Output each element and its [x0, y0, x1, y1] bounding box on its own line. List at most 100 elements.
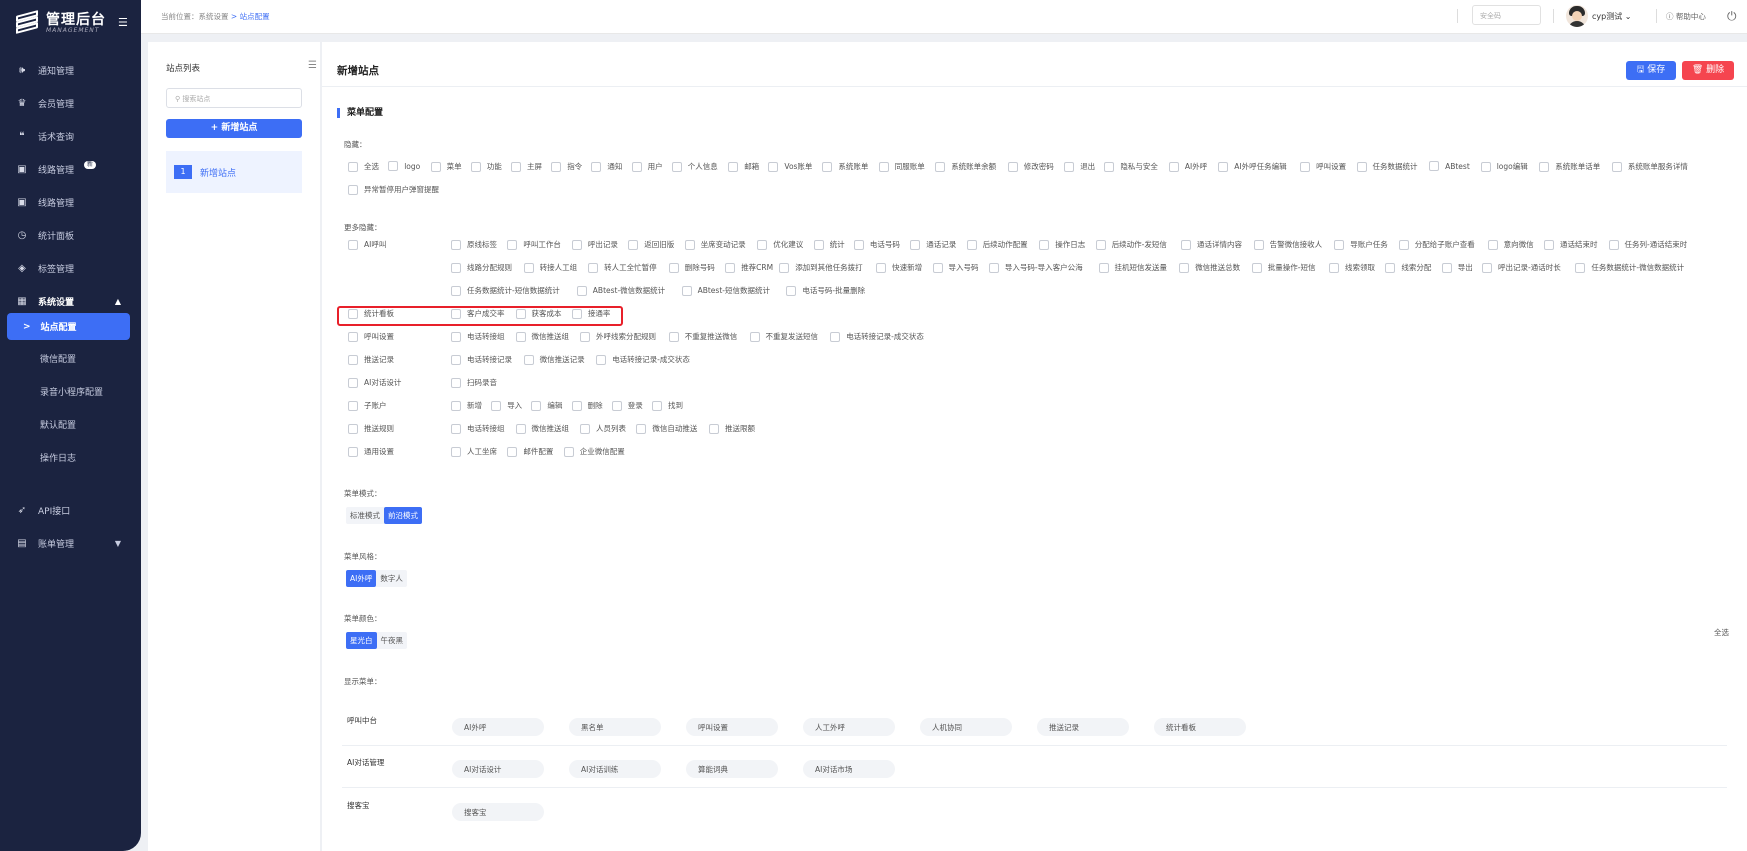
checkbox-box[interactable] — [388, 161, 399, 171]
checkbox-box[interactable] — [876, 262, 887, 273]
checkbox-box[interactable] — [1300, 161, 1311, 172]
checkbox-option[interactable]: 企业微信配置 — [563, 446, 625, 457]
checkbox-option[interactable]: 不重复推送微信 — [668, 331, 737, 342]
checkbox-box[interactable] — [768, 161, 779, 172]
checkbox-box[interactable] — [576, 285, 587, 296]
checkbox-box[interactable] — [725, 262, 736, 273]
checkbox-box[interactable] — [348, 331, 358, 342]
checkbox-option[interactable]: 统计看板 — [348, 308, 394, 319]
checkbox-option[interactable]: 主屏 — [511, 161, 542, 172]
checkbox-box[interactable] — [507, 446, 518, 457]
checkbox-box[interactable] — [507, 239, 518, 250]
checkbox-box[interactable] — [709, 423, 719, 434]
checkbox-option[interactable]: 系统账单话单 — [1539, 161, 1600, 172]
checkbox-option[interactable]: 退出 — [1064, 161, 1095, 172]
sidebar-item[interactable]: ▤ 账单管理 ▼ — [0, 529, 141, 557]
checkbox-box[interactable] — [966, 239, 977, 250]
checkbox-option[interactable]: 电话号码-批量删除 — [786, 285, 865, 296]
checkbox-option[interactable]: logo — [388, 161, 420, 171]
checkbox-option[interactable]: 通话详情内容 — [1181, 239, 1242, 250]
checkbox-option[interactable]: 统计 — [813, 239, 845, 250]
checkbox-option[interactable]: 微信推送总数 — [1179, 262, 1240, 273]
checkbox-box[interactable] — [1181, 239, 1191, 250]
checkbox-option[interactable]: 导入号码-导入客户公海 — [988, 262, 1083, 273]
checkbox-box[interactable] — [580, 331, 590, 342]
checkbox-option[interactable]: 人工坐席 — [451, 446, 497, 457]
checkbox-box[interactable] — [1398, 239, 1409, 250]
checkbox-option[interactable]: 微信推送组 — [515, 331, 569, 342]
site-search-input[interactable]: ⚲ 搜索站点 — [166, 88, 302, 108]
checkbox-option[interactable]: 电话转接记录-成交状态 — [830, 331, 924, 342]
checkbox-option[interactable]: 呼出记录 — [571, 239, 618, 250]
checkbox-option[interactable]: 呼叫工作台 — [507, 239, 561, 250]
checkbox-box[interactable] — [1179, 262, 1190, 273]
checkbox-option[interactable]: 分配给子账户查看 — [1398, 239, 1475, 250]
checkbox-option[interactable]: 电话转接组 — [451, 331, 505, 342]
checkbox-box[interactable] — [523, 262, 534, 273]
checkbox-box[interactable] — [1544, 239, 1554, 250]
checkbox-option[interactable]: ABtest — [1429, 161, 1470, 171]
checkbox-box[interactable] — [571, 400, 582, 411]
select-all-link[interactable]: 全选 — [1714, 627, 1729, 638]
checkbox-option[interactable]: 新增 — [451, 400, 482, 411]
checkbox-box[interactable] — [813, 239, 824, 250]
checkbox-box[interactable] — [451, 262, 461, 273]
checkbox-box[interactable] — [631, 161, 642, 172]
checkbox-option[interactable]: 不重复发送短信 — [749, 331, 818, 342]
checkbox-option[interactable]: 呼叫设置 — [1300, 161, 1346, 172]
checkbox-box[interactable] — [571, 308, 582, 319]
checkbox-box[interactable] — [451, 285, 461, 296]
checkbox-box[interactable] — [988, 262, 999, 273]
checkbox-box[interactable] — [1334, 239, 1345, 250]
checkbox-option[interactable]: 系统账单余额 — [935, 161, 996, 172]
checkbox-box[interactable] — [1539, 161, 1550, 172]
checkbox-option[interactable]: AI外呼任务编辑 — [1218, 161, 1287, 172]
checkbox-box[interactable] — [451, 354, 461, 365]
sidebar-item[interactable]: ♛ 会员管理 — [0, 89, 141, 117]
checkbox-option[interactable]: 用户 — [631, 161, 663, 172]
checkbox-box[interactable] — [580, 423, 590, 434]
site-list-item[interactable]: 1 新增站点 — [166, 151, 302, 193]
checkbox-box[interactable] — [1575, 262, 1586, 273]
checkbox-box[interactable] — [853, 239, 864, 250]
checkbox-box[interactable] — [451, 308, 461, 319]
checkbox-option[interactable]: 电话转接记录-成交状态 — [596, 354, 690, 365]
checkbox-box[interactable] — [684, 239, 695, 250]
checkbox-option[interactable]: 任务数据统计-短信数据统计 — [451, 285, 560, 296]
checkbox-box[interactable] — [668, 262, 679, 273]
sidebar-subitem[interactable]: > 站点配置 — [7, 313, 130, 340]
checkbox-box[interactable] — [596, 354, 607, 365]
checkbox-option[interactable]: 电话转接组 — [451, 423, 505, 434]
menu-item-pill[interactable]: 统计看板 — [1154, 718, 1246, 736]
checkbox-box[interactable] — [1064, 161, 1075, 172]
checkbox-option[interactable]: 告警微信接收人 — [1253, 239, 1322, 250]
checkbox-option[interactable]: 推送限额 — [709, 423, 755, 434]
checkbox-box[interactable] — [636, 423, 647, 434]
checkbox-box[interactable] — [1385, 262, 1396, 273]
checkbox-option[interactable]: 微信自动推送 — [636, 423, 697, 434]
checkbox-box[interactable] — [668, 331, 679, 342]
checkbox-box[interactable] — [1095, 239, 1106, 250]
checkbox-box[interactable] — [728, 161, 739, 172]
breadcrumb-system-settings[interactable]: 系统设置 — [199, 12, 229, 21]
checkbox-option[interactable]: 电话号码 — [853, 239, 900, 250]
checkbox-option[interactable]: 导出 — [1441, 262, 1473, 273]
checkbox-option[interactable]: 获客成本 — [515, 308, 562, 319]
checkbox-box[interactable] — [1487, 239, 1498, 250]
checkbox-option[interactable]: 推荐CRM — [725, 262, 773, 273]
checkbox-box[interactable] — [348, 239, 358, 250]
checkbox-option[interactable]: 呼叫设置 — [348, 331, 394, 342]
checkbox-option[interactable]: 批量操作-短信 — [1251, 262, 1316, 273]
checkbox-option[interactable]: 线路分配规则 — [451, 262, 512, 273]
sidebar-item[interactable]: ▣ 线路管理 — [0, 188, 141, 216]
checkbox-option[interactable]: 微信推送组 — [515, 423, 569, 434]
checkbox-option[interactable]: 推送规则 — [348, 423, 394, 434]
checkbox-box[interactable] — [1480, 161, 1491, 172]
checkbox-option[interactable]: 子账户 — [348, 400, 387, 411]
security-code-input[interactable]: 安全码 — [1472, 5, 1541, 25]
menu-item-pill[interactable]: 算能词典 — [686, 760, 778, 778]
checkbox-box[interactable] — [1168, 161, 1179, 172]
checkbox-option[interactable]: 电话转接记录 — [451, 354, 512, 365]
checkbox-box[interactable] — [451, 377, 461, 388]
checkbox-option[interactable]: 外呼线索分配规则 — [580, 331, 656, 342]
